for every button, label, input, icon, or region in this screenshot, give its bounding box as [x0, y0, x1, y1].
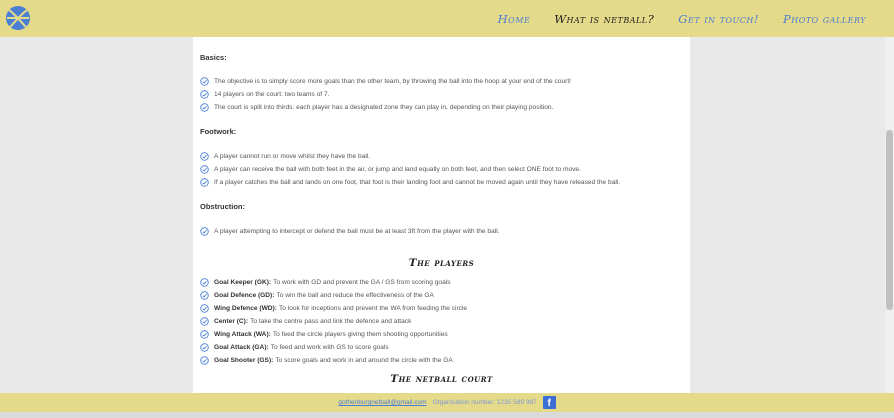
list-item: The objective is to simply score more go… — [200, 77, 571, 86]
check-circle-icon — [200, 330, 209, 339]
check-circle-icon — [200, 291, 209, 300]
main-content: Basics: The objective is to simply score… — [193, 37, 690, 393]
player-item: Center (C): To take the centre pass and l… — [200, 317, 411, 326]
check-circle-icon — [200, 77, 209, 86]
player-item: Goal Keeper (GK): To work with GD and pre… — [200, 278, 451, 287]
nav-home[interactable]: Home — [498, 12, 531, 26]
check-circle-icon — [200, 103, 209, 112]
nav-get-in-touch[interactable]: Get in touch! — [678, 12, 759, 26]
court-title: The netball court — [390, 373, 493, 385]
check-circle-icon — [200, 165, 209, 174]
scrollbar-thumb[interactable] — [886, 130, 893, 310]
check-circle-icon — [200, 152, 209, 161]
check-circle-icon — [200, 304, 209, 313]
player-item: Wing Defence (WD): To look for inceptions… — [200, 304, 467, 313]
player-item: Wing Attack (WA): To feed the circle play… — [200, 330, 448, 339]
organisation-number: Organisation number: 1235 589 987 — [432, 399, 537, 406]
list-item: 14 players on the court: two teams of 7. — [200, 90, 329, 99]
footwork-heading: Footwork: — [200, 127, 237, 136]
facebook-icon[interactable]: f — [542, 396, 556, 409]
players-title: The players — [408, 257, 475, 269]
obstruction-heading: Obstruction: — [200, 202, 245, 211]
main-nav: Home What is netball? Get in touch! Phot… — [498, 0, 866, 37]
check-circle-icon — [200, 90, 209, 99]
nav-what-is-netball[interactable]: What is netball? — [554, 12, 654, 26]
list-item: The court is split into thirds: each pla… — [200, 103, 553, 112]
player-item: Goal Defence (GD): To win the ball and re… — [200, 291, 434, 300]
footer-email-link[interactable]: gothenburgnetball@gmail.com — [338, 399, 426, 406]
navbar: Home What is netball? Get in touch! Phot… — [0, 0, 894, 37]
check-circle-icon — [200, 317, 209, 326]
basics-heading: Basics: — [200, 53, 227, 62]
check-circle-icon — [200, 178, 209, 187]
check-circle-icon — [200, 227, 209, 236]
nav-photo-gallery[interactable]: Photo gallery — [783, 12, 866, 26]
bottom-bar — [0, 412, 894, 418]
list-item: A player cannot run or move whilst they … — [200, 152, 370, 161]
check-circle-icon — [200, 343, 209, 352]
list-item: A player can receive the ball with both … — [200, 165, 581, 174]
list-item: If a player catches the ball and lands o… — [200, 178, 620, 187]
list-item: A player attempting to intercept or defe… — [200, 227, 500, 236]
footer: gothenburgnetball@gmail.com Organisation… — [0, 393, 894, 412]
check-circle-icon — [200, 356, 209, 365]
check-circle-icon — [200, 278, 209, 287]
scrollbar[interactable] — [885, 37, 894, 393]
player-item: Goal Shooter (GS): To score goals and wor… — [200, 356, 453, 365]
netball-icon[interactable] — [5, 5, 31, 31]
player-item: Goal Attack (GA): To feed and work with G… — [200, 343, 389, 352]
